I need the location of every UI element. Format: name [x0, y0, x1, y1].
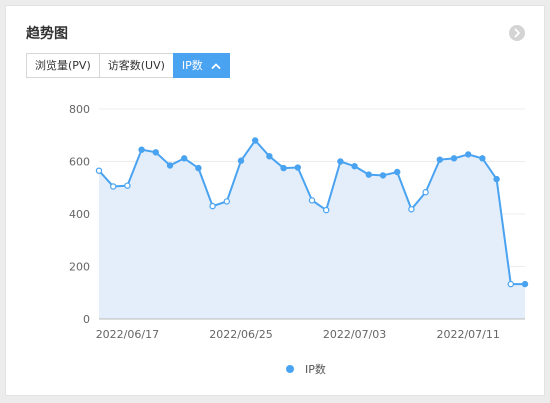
data-point: [195, 164, 202, 172]
y-tick-label: 400: [69, 208, 90, 221]
y-tick-label: 800: [69, 103, 90, 116]
data-point: [465, 151, 472, 158]
data-point: [507, 280, 514, 288]
data-point: [493, 175, 500, 183]
data-point: [379, 172, 387, 179]
data-point: [294, 164, 301, 171]
data-point: [521, 280, 529, 288]
y-tick-label: 600: [69, 156, 90, 169]
legend-label: IP数: [305, 363, 326, 376]
y-tick-label: 200: [69, 261, 90, 274]
data-point: [351, 163, 358, 170]
data-point: [394, 168, 401, 176]
data-point: [436, 156, 443, 163]
data-point: [152, 149, 159, 156]
data-point: [450, 155, 458, 162]
series-area: [99, 140, 525, 319]
data-point: [95, 167, 103, 174]
data-point: [323, 206, 330, 214]
data-point: [223, 198, 230, 205]
x-tick-label: 2022/06/17: [96, 328, 159, 341]
x-tick-label: 2022/07/03: [323, 328, 386, 341]
data-point: [308, 197, 316, 204]
data-point: [365, 171, 372, 178]
data-point: [124, 182, 131, 189]
data-point: [479, 155, 486, 162]
data-point: [337, 158, 344, 165]
data-point: [237, 157, 245, 164]
data-point: [266, 153, 273, 160]
x-tick-label: 2022/06/25: [209, 328, 272, 341]
data-point: [166, 162, 174, 169]
data-point: [209, 202, 216, 210]
trend-chart: 0 200 400 600 800 2022/06/17 2022/06/25 2022/07…: [69, 103, 529, 376]
data-point: [408, 206, 415, 213]
data-point: [109, 183, 117, 190]
legend-marker: [286, 365, 294, 373]
data-point: [280, 164, 287, 172]
data-point: [422, 189, 429, 196]
data-point: [180, 155, 188, 162]
y-tick-label: 0: [83, 313, 90, 326]
x-tick-label: 2022/07/11: [436, 328, 499, 341]
data-point: [251, 137, 259, 144]
data-point: [138, 146, 145, 153]
